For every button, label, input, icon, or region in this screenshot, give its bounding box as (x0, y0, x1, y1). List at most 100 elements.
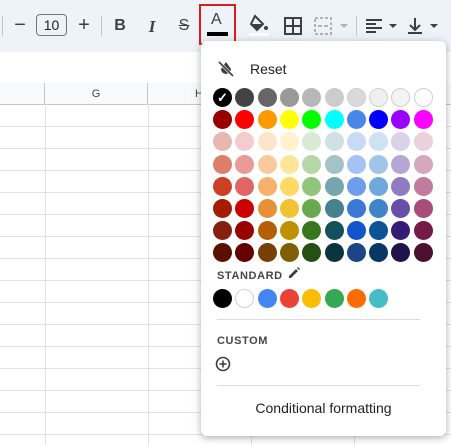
color-swatch[interactable] (369, 132, 389, 152)
color-swatch[interactable] (257, 88, 277, 107)
color-swatch[interactable] (302, 132, 322, 152)
horizontal-align-button[interactable] (364, 15, 400, 37)
conditional-formatting-option[interactable]: Conditional formatting (201, 400, 446, 416)
color-swatch[interactable] (391, 176, 411, 196)
color-swatch[interactable] (257, 199, 277, 218)
color-swatch[interactable] (413, 176, 433, 196)
increase-font-size-button[interactable]: + (74, 14, 94, 36)
italic-button[interactable]: I (142, 15, 162, 37)
font-size-input[interactable]: 10 (36, 14, 67, 36)
color-swatch[interactable] (413, 199, 433, 218)
standard-color-swatch[interactable] (213, 289, 232, 308)
color-swatch[interactable] (324, 176, 344, 196)
color-swatch[interactable] (391, 199, 411, 218)
color-swatch[interactable] (213, 176, 232, 196)
strikethrough-button[interactable]: S (174, 15, 194, 37)
merge-cells-button[interactable] (313, 15, 351, 37)
color-swatch[interactable] (413, 243, 433, 263)
color-swatch[interactable] (413, 221, 433, 241)
vertical-align-button[interactable] (405, 15, 441, 37)
color-swatch[interactable] (346, 154, 366, 174)
color-swatch[interactable] (235, 154, 255, 174)
color-swatch[interactable] (279, 154, 299, 174)
color-swatch[interactable] (213, 154, 232, 174)
color-swatch[interactable] (213, 199, 232, 218)
standard-color-swatch[interactable] (257, 289, 277, 308)
standard-color-swatch[interactable] (369, 289, 389, 308)
color-swatch[interactable] (213, 221, 232, 241)
color-swatch[interactable] (369, 110, 389, 130)
add-custom-color-icon[interactable] (215, 356, 231, 372)
color-swatch[interactable] (302, 176, 322, 196)
color-swatch[interactable] (235, 110, 255, 130)
color-swatch[interactable] (279, 176, 299, 196)
color-swatch[interactable] (391, 110, 411, 130)
color-swatch[interactable]: ✓ (213, 88, 232, 107)
color-swatch[interactable] (302, 199, 322, 218)
text-color-button[interactable]: A (199, 4, 236, 45)
borders-button[interactable] (282, 15, 304, 37)
color-swatch[interactable] (346, 221, 366, 241)
standard-color-swatch[interactable] (302, 289, 322, 308)
color-swatch[interactable] (302, 88, 322, 107)
edit-pencil-icon[interactable] (288, 266, 301, 279)
color-swatch[interactable] (235, 243, 255, 263)
reset-color-option[interactable]: Reset (201, 57, 446, 81)
color-swatch[interactable] (324, 221, 344, 241)
color-swatch[interactable] (391, 154, 411, 174)
color-swatch[interactable] (369, 88, 389, 107)
color-swatch[interactable] (279, 132, 299, 152)
color-swatch[interactable] (279, 88, 299, 107)
color-swatch[interactable] (302, 243, 322, 263)
color-swatch[interactable] (346, 199, 366, 218)
color-swatch[interactable] (369, 199, 389, 218)
color-swatch[interactable] (324, 132, 344, 152)
color-swatch[interactable] (369, 176, 389, 196)
color-swatch[interactable] (235, 88, 255, 107)
color-swatch[interactable] (213, 110, 232, 130)
color-swatch[interactable] (324, 154, 344, 174)
color-swatch[interactable] (413, 110, 433, 130)
color-swatch[interactable] (324, 88, 344, 107)
color-swatch[interactable] (391, 221, 411, 241)
color-swatch[interactable] (279, 243, 299, 263)
color-swatch[interactable] (302, 154, 322, 174)
decrease-font-size-button[interactable]: − (10, 14, 30, 36)
color-swatch[interactable] (257, 221, 277, 241)
color-swatch[interactable] (346, 176, 366, 196)
color-swatch[interactable] (413, 88, 433, 107)
color-swatch[interactable] (324, 243, 344, 263)
color-swatch[interactable] (324, 199, 344, 218)
fill-color-button[interactable] (247, 12, 271, 38)
color-swatch[interactable] (369, 154, 389, 174)
color-swatch[interactable] (346, 110, 366, 130)
color-swatch[interactable] (346, 88, 366, 107)
color-swatch[interactable] (279, 110, 299, 130)
color-swatch[interactable] (279, 199, 299, 218)
color-swatch[interactable] (213, 132, 232, 152)
color-swatch[interactable] (279, 221, 299, 241)
color-swatch[interactable] (391, 132, 411, 152)
color-swatch[interactable] (346, 132, 366, 152)
color-swatch[interactable] (413, 132, 433, 152)
color-swatch[interactable] (302, 221, 322, 241)
color-swatch[interactable] (369, 221, 389, 241)
color-swatch[interactable] (235, 132, 255, 152)
color-swatch[interactable] (413, 154, 433, 174)
standard-color-swatch[interactable] (346, 289, 366, 308)
bold-button[interactable]: B (110, 15, 130, 37)
color-swatch[interactable] (257, 243, 277, 263)
color-swatch[interactable] (324, 110, 344, 130)
color-swatch[interactable] (235, 199, 255, 218)
color-swatch[interactable] (213, 243, 232, 263)
column-header-g[interactable]: G (45, 83, 148, 104)
color-swatch[interactable] (369, 243, 389, 263)
standard-color-swatch[interactable] (279, 289, 299, 308)
color-swatch[interactable] (302, 110, 322, 130)
color-swatch[interactable] (235, 176, 255, 196)
color-swatch[interactable] (391, 88, 411, 107)
color-swatch[interactable] (235, 221, 255, 241)
color-swatch[interactable] (346, 243, 366, 263)
color-swatch[interactable] (257, 110, 277, 130)
color-swatch[interactable] (257, 132, 277, 152)
